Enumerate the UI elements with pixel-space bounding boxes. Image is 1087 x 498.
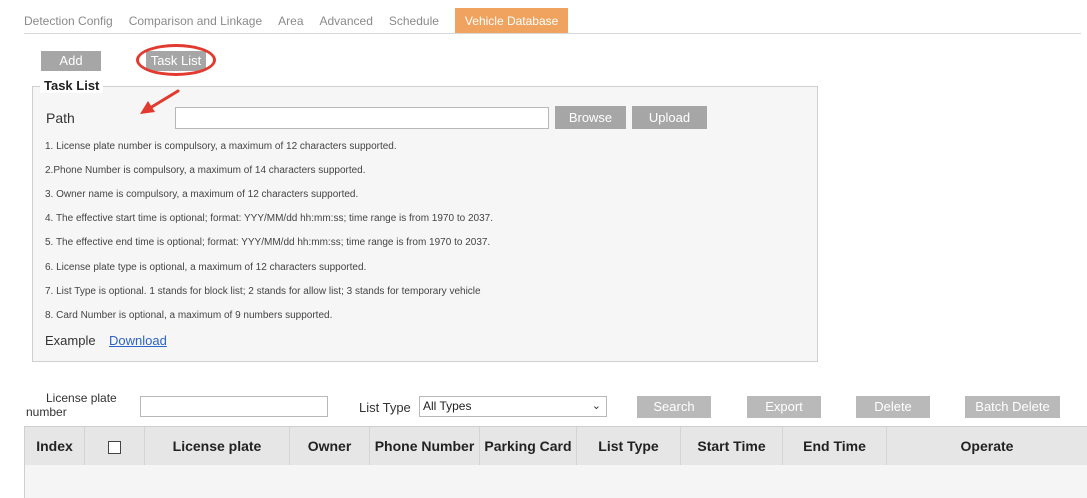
tab-divider: [24, 33, 1081, 34]
note-6: 6. License plate type is optional, a max…: [45, 262, 367, 273]
plate-number-input[interactable]: [140, 396, 328, 417]
path-label: Path: [46, 110, 75, 126]
delete-button[interactable]: Delete: [856, 396, 930, 418]
path-input[interactable]: [175, 107, 549, 129]
tab-comparison-linkage[interactable]: Comparison and Linkage: [129, 8, 262, 34]
upload-button[interactable]: Upload: [632, 106, 707, 129]
tab-bar: Detection Config Comparison and Linkage …: [24, 8, 569, 34]
note-3: 3. Owner name is compulsory, a maximum o…: [45, 189, 359, 200]
column-license-plate: License plate: [145, 427, 290, 465]
column-owner: Owner: [290, 427, 370, 465]
note-5: 5. The effective end time is optional; f…: [45, 237, 491, 248]
export-button[interactable]: Export: [747, 396, 821, 418]
tab-advanced[interactable]: Advanced: [320, 8, 373, 34]
list-type-select[interactable]: All Types ⌄: [419, 396, 607, 417]
tab-vehicle-database[interactable]: Vehicle Database: [454, 8, 569, 34]
note-8: 8. Card Number is optional, a maximum of…: [45, 310, 333, 321]
list-type-value: All Types: [423, 399, 472, 413]
column-operate: Operate: [887, 427, 1087, 465]
plate-number-label-line1: License plate: [46, 391, 117, 405]
browse-button[interactable]: Browse: [555, 106, 626, 129]
column-list-type: List Type: [577, 427, 681, 465]
column-phone-number: Phone Number: [370, 427, 480, 465]
tab-schedule[interactable]: Schedule: [389, 8, 439, 34]
column-end-time: End Time: [783, 427, 887, 465]
annotation-circle: [136, 44, 216, 76]
tab-area[interactable]: Area: [278, 8, 303, 34]
column-parking-card: Parking Card: [480, 427, 577, 465]
plate-number-label-line2: number: [26, 405, 67, 419]
chevron-down-icon: ⌄: [591, 400, 601, 412]
batch-delete-button[interactable]: Batch Delete: [965, 396, 1060, 418]
column-select: [85, 427, 145, 465]
table-header: Index License plate Owner Phone Number P…: [25, 427, 1087, 466]
task-list-legend: Task List: [40, 78, 104, 93]
column-start-time: Start Time: [681, 427, 783, 465]
add-button[interactable]: Add: [41, 51, 101, 71]
note-2: 2.Phone Number is compulsory, a maximum …: [45, 165, 366, 176]
note-1: 1. License plate number is compulsory, a…: [45, 141, 397, 152]
column-index: Index: [25, 427, 85, 465]
tab-detection-config[interactable]: Detection Config: [24, 8, 113, 34]
example-label: Example: [45, 333, 96, 348]
search-button[interactable]: Search: [637, 396, 711, 418]
table-body: [25, 465, 1087, 498]
download-link[interactable]: Download: [109, 333, 167, 348]
note-7: 7. List Type is optional. 1 stands for b…: [45, 286, 481, 297]
vehicle-table: Index License plate Owner Phone Number P…: [24, 426, 1087, 498]
list-type-label: List Type: [359, 400, 411, 415]
note-4: 4. The effective start time is optional;…: [45, 213, 493, 224]
checkbox-icon[interactable]: [108, 440, 121, 454]
